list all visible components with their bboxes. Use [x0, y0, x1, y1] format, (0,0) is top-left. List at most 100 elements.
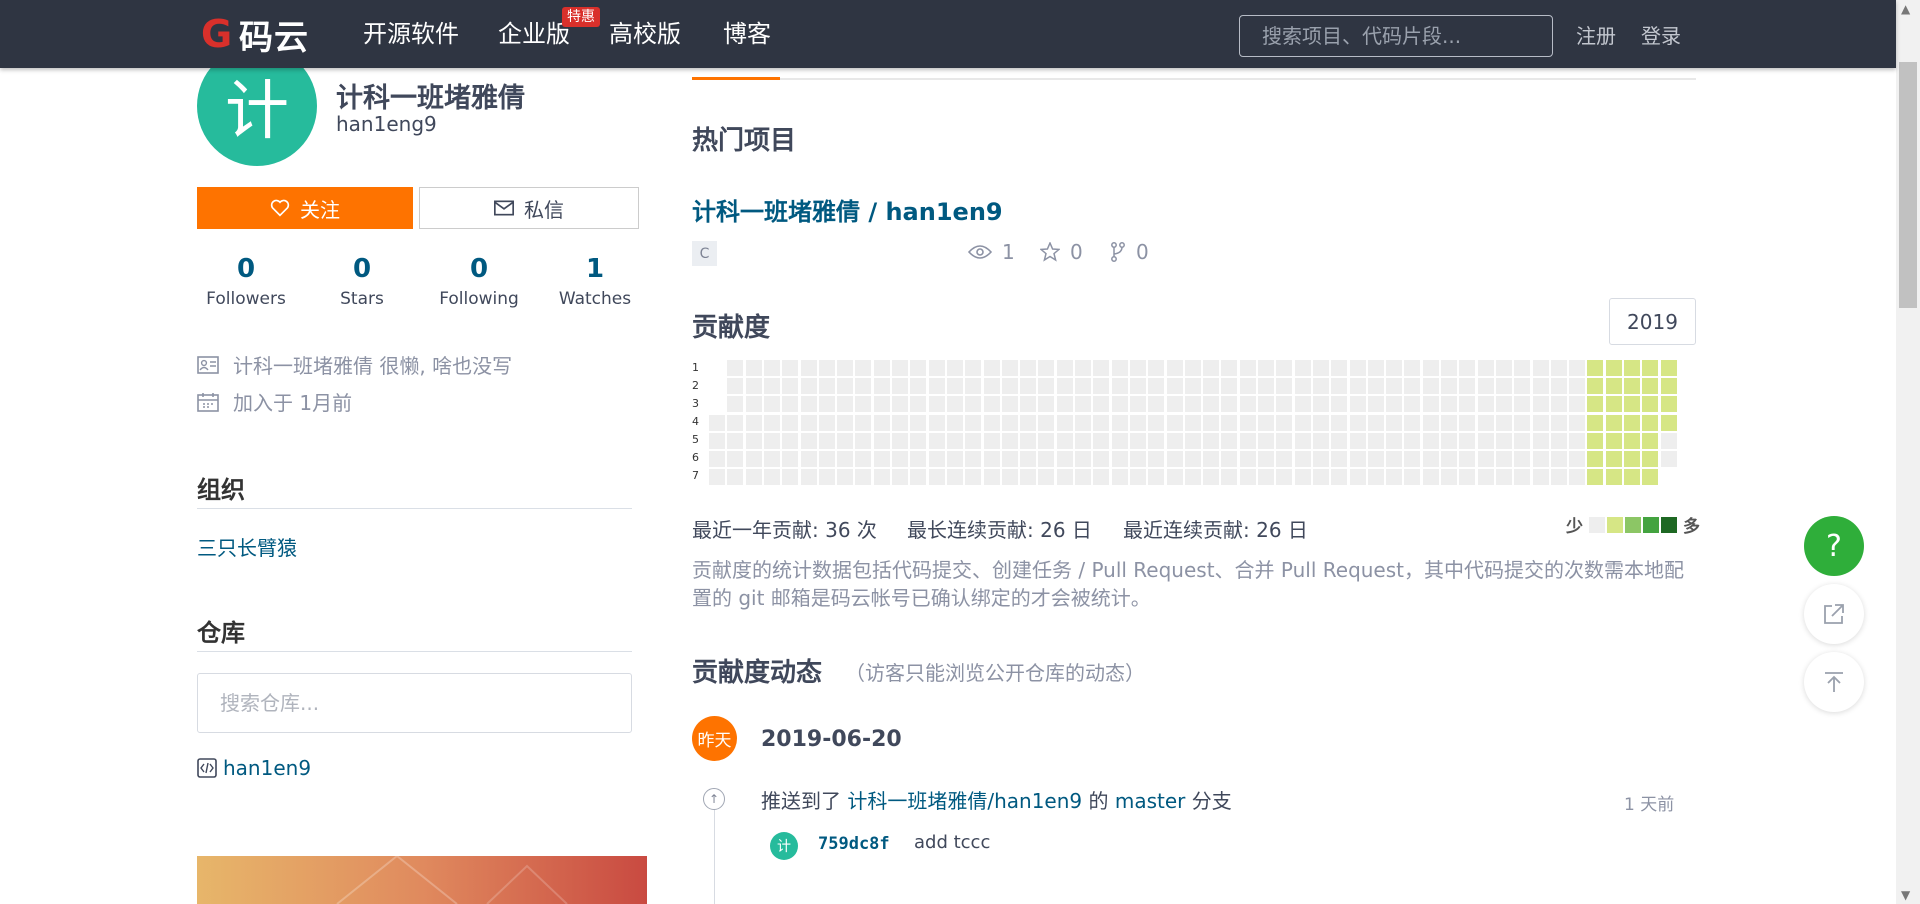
heatmap-cell[interactable] — [1569, 378, 1585, 394]
heatmap-cell[interactable] — [965, 360, 981, 376]
heatmap-cell[interactable] — [1441, 396, 1457, 412]
heatmap-cell[interactable] — [1569, 415, 1585, 431]
heatmap-cell[interactable] — [709, 433, 725, 449]
scroll-down-icon[interactable]: ▼ — [1901, 888, 1910, 902]
heatmap-cell[interactable] — [1331, 415, 1347, 431]
heatmap-cell[interactable] — [764, 360, 780, 376]
heatmap-cell[interactable] — [1661, 396, 1677, 412]
heatmap-cell[interactable] — [1112, 415, 1128, 431]
heatmap-cell[interactable] — [1331, 433, 1347, 449]
heatmap-cell[interactable] — [1331, 469, 1347, 485]
heatmap-cell[interactable] — [892, 415, 908, 431]
heatmap-cell[interactable] — [1587, 415, 1603, 431]
back-to-top-button[interactable] — [1804, 652, 1864, 712]
heatmap-cell[interactable] — [1093, 396, 1109, 412]
heatmap-cell[interactable] — [1276, 451, 1292, 467]
heatmap-cell[interactable] — [1112, 433, 1128, 449]
heatmap-cell[interactable] — [1661, 378, 1677, 394]
heatmap-cell[interactable] — [1002, 451, 1018, 467]
heatmap-cell[interactable] — [1221, 415, 1237, 431]
heatmap-cell[interactable] — [855, 396, 871, 412]
heatmap-cell[interactable] — [855, 378, 871, 394]
heatmap-cell[interactable] — [1020, 396, 1036, 412]
heatmap-cell[interactable] — [1258, 451, 1274, 467]
heatmap-cell[interactable] — [1295, 433, 1311, 449]
heatmap-cell[interactable] — [892, 433, 908, 449]
commit-author-avatar[interactable]: 计 — [770, 832, 798, 860]
heatmap-cell[interactable] — [746, 360, 762, 376]
heatmap-cell[interactable] — [801, 415, 817, 431]
heatmap-cell[interactable] — [1185, 396, 1201, 412]
heatmap-cell[interactable] — [1057, 415, 1073, 431]
heatmap-cell[interactable] — [1606, 451, 1622, 467]
heatmap-cell[interactable] — [1459, 360, 1475, 376]
heatmap-cell[interactable] — [1606, 469, 1622, 485]
heatmap-cell[interactable] — [874, 360, 890, 376]
heatmap-cell[interactable] — [1459, 433, 1475, 449]
year-selector-button[interactable]: 2019 — [1609, 298, 1696, 345]
heatmap-cell[interactable] — [1478, 415, 1494, 431]
heatmap-cell[interactable] — [1350, 433, 1366, 449]
heatmap-cell[interactable] — [1459, 378, 1475, 394]
heatmap-cell[interactable] — [1167, 360, 1183, 376]
heatmap-cell[interactable] — [1478, 451, 1494, 467]
heatmap-cell[interactable] — [1167, 378, 1183, 394]
heatmap-cell[interactable] — [1624, 396, 1640, 412]
heatmap-cell[interactable] — [1441, 469, 1457, 485]
heatmap-cell[interactable] — [1295, 415, 1311, 431]
heatmap-cell[interactable] — [1057, 451, 1073, 467]
heatmap-cell[interactable] — [1551, 433, 1567, 449]
heatmap-cell[interactable] — [1459, 451, 1475, 467]
heatmap-cell[interactable] — [1258, 360, 1274, 376]
heatmap-cell[interactable] — [1423, 396, 1439, 412]
heatmap-cell[interactable] — [1478, 469, 1494, 485]
heatmap-cell[interactable] — [1624, 415, 1640, 431]
heatmap-cell[interactable] — [1057, 378, 1073, 394]
heatmap-cell[interactable] — [1478, 396, 1494, 412]
heatmap-cell[interactable] — [1404, 360, 1420, 376]
heatmap-cell[interactable] — [727, 451, 743, 467]
heatmap-cell[interactable] — [1258, 396, 1274, 412]
heatmap-cell[interactable] — [709, 451, 725, 467]
gitee-logo[interactable]: G 码云 — [201, 14, 309, 58]
hot-project-link[interactable]: 计科一班堵雅倩 / han1en9 — [692, 192, 1003, 227]
heatmap-cell[interactable] — [1203, 415, 1219, 431]
heatmap-cell[interactable] — [874, 469, 890, 485]
heatmap-cell[interactable] — [1313, 396, 1329, 412]
heatmap-cell[interactable] — [947, 469, 963, 485]
heatmap-cell[interactable] — [1276, 469, 1292, 485]
heatmap-cell[interactable] — [1386, 396, 1402, 412]
heatmap-cell[interactable] — [1240, 378, 1256, 394]
heatmap-cell[interactable] — [819, 469, 835, 485]
heatmap-cell[interactable] — [1587, 469, 1603, 485]
repo-list-item[interactable]: han1en9 — [197, 756, 311, 780]
heatmap-cell[interactable] — [1020, 378, 1036, 394]
heatmap-cell[interactable] — [1459, 396, 1475, 412]
heatmap-cell[interactable] — [965, 415, 981, 431]
heatmap-cell[interactable] — [1020, 360, 1036, 376]
heatmap-cell[interactable] — [1551, 415, 1567, 431]
heatmap-cell[interactable] — [1350, 415, 1366, 431]
heatmap-cell[interactable] — [764, 378, 780, 394]
heatmap-cell[interactable] — [929, 433, 945, 449]
heatmap-cell[interactable] — [1057, 433, 1073, 449]
follow-button[interactable]: 关注 — [197, 187, 413, 229]
heatmap-cell[interactable] — [837, 433, 853, 449]
register-link[interactable]: 注册 — [1576, 22, 1616, 50]
heatmap-cell[interactable] — [1002, 378, 1018, 394]
heatmap-cell[interactable] — [1203, 433, 1219, 449]
heatmap-cell[interactable] — [1624, 433, 1640, 449]
heatmap-cell[interactable] — [1203, 360, 1219, 376]
heatmap-cell[interactable] — [984, 415, 1000, 431]
heatmap-cell[interactable] — [1606, 396, 1622, 412]
heatmap-cell[interactable] — [837, 378, 853, 394]
heatmap-cell[interactable] — [1642, 415, 1658, 431]
heatmap-cell[interactable] — [764, 469, 780, 485]
heatmap-cell[interactable] — [947, 415, 963, 431]
heatmap-cell[interactable] — [1276, 378, 1292, 394]
heatmap-cell[interactable] — [1002, 396, 1018, 412]
heatmap-cell[interactable] — [782, 378, 798, 394]
heatmap-cell[interactable] — [1075, 396, 1091, 412]
heatmap-cell[interactable] — [1404, 433, 1420, 449]
heatmap-cell[interactable] — [1221, 433, 1237, 449]
